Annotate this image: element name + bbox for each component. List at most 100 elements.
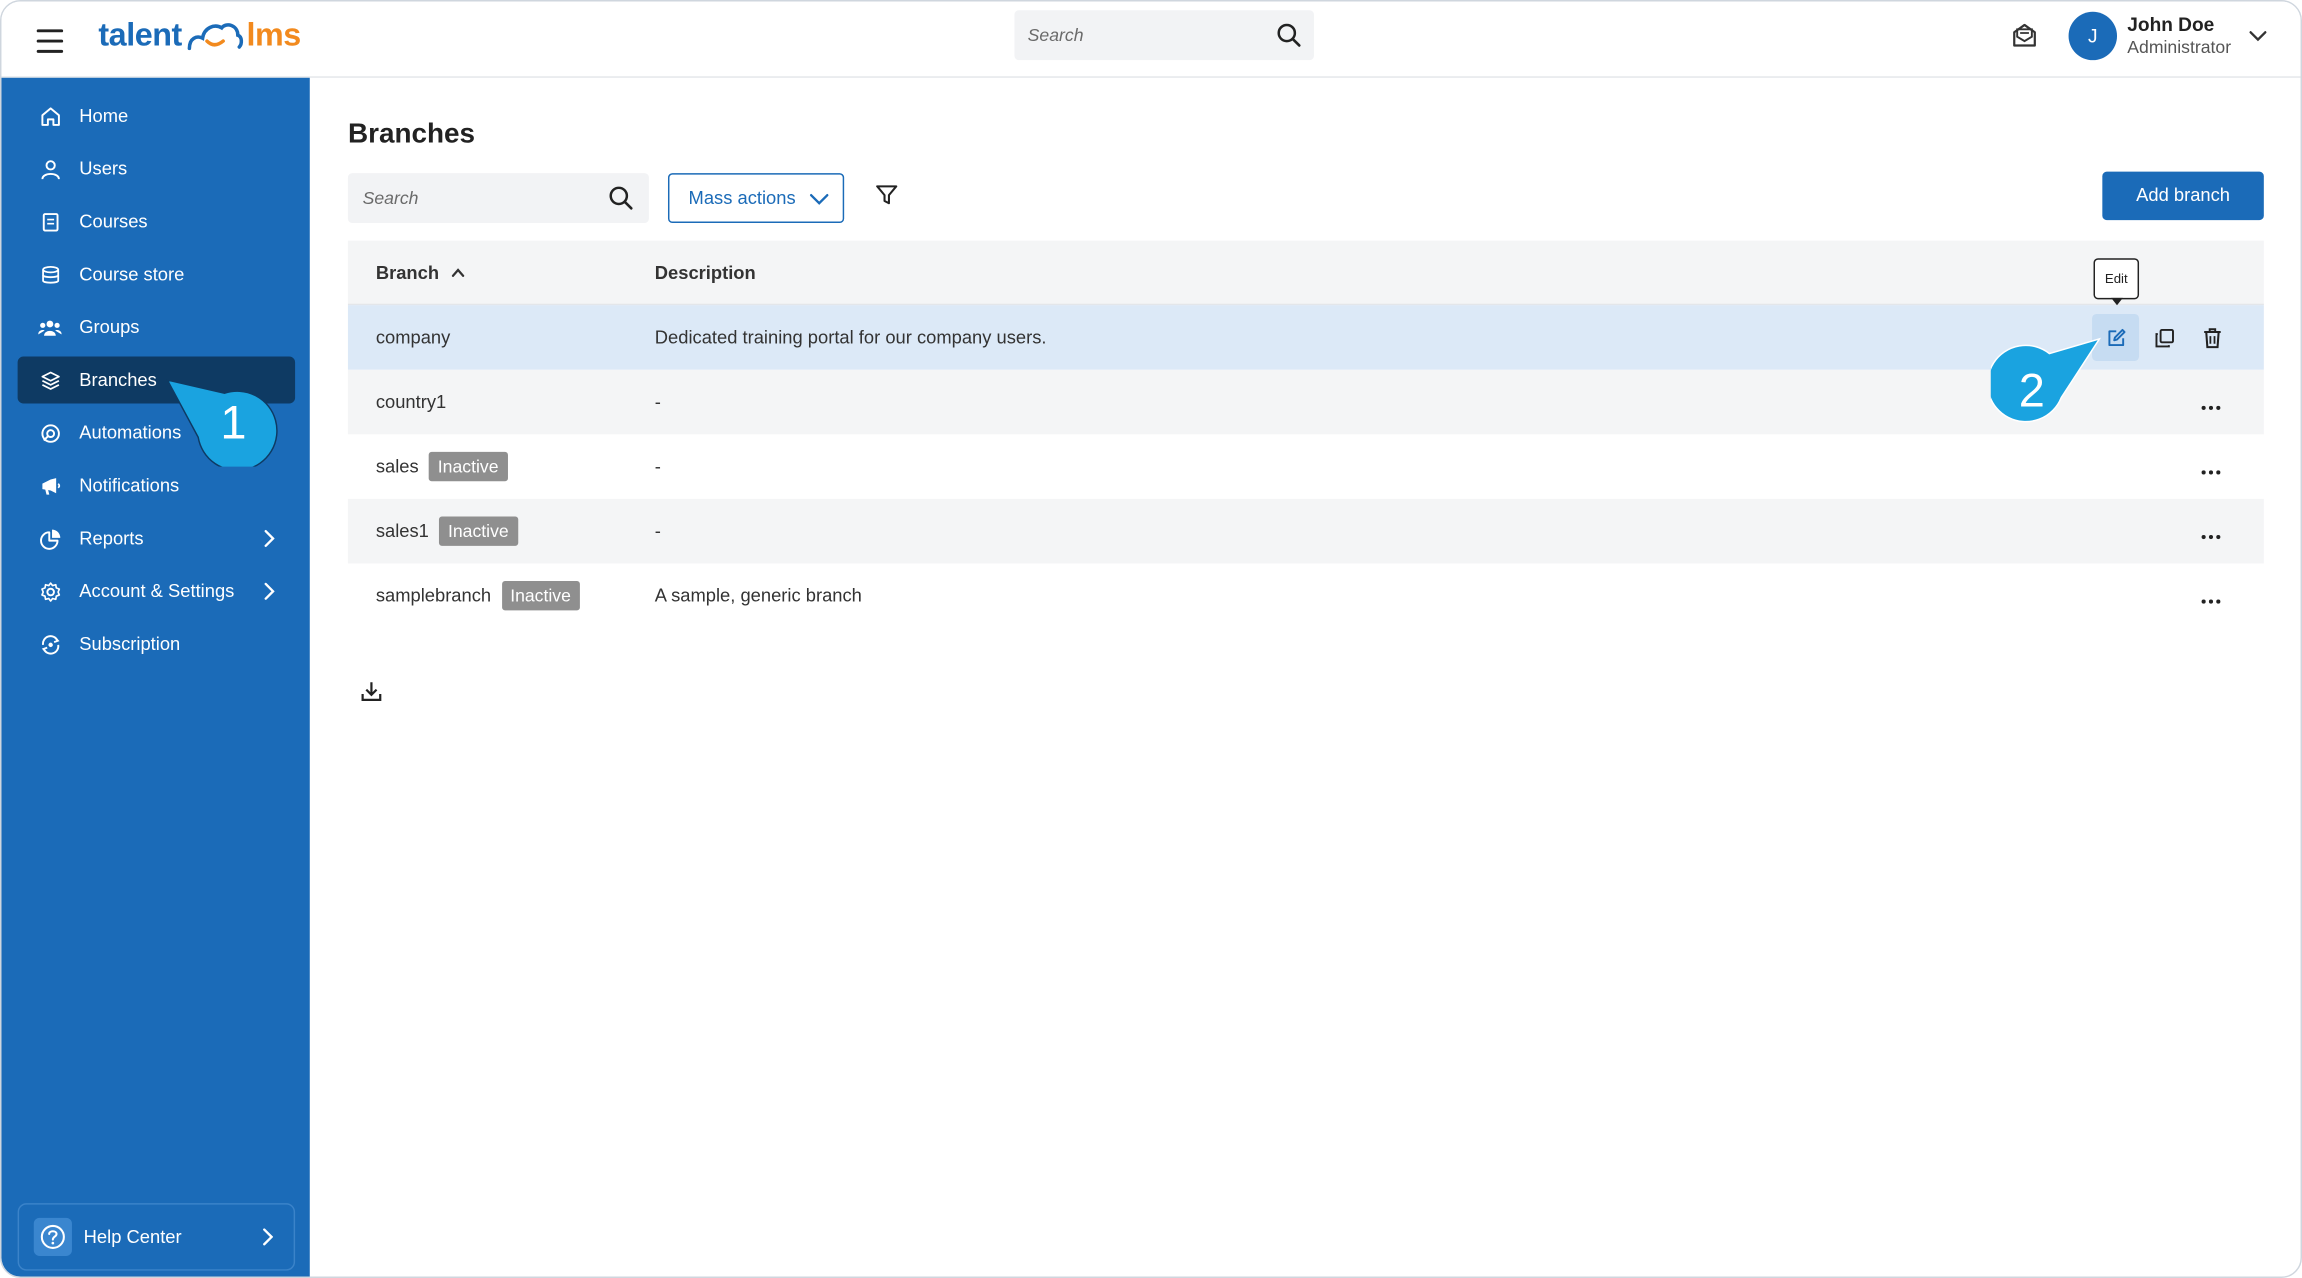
- sidebar-item-notifications[interactable]: Notifications: [18, 462, 295, 509]
- store-icon: [38, 263, 61, 286]
- layers-icon: [38, 368, 61, 391]
- messages-icon[interactable]: [2011, 22, 2037, 56]
- home-icon: [38, 104, 61, 127]
- more-options-icon[interactable]: [2201, 588, 2222, 609]
- sidebar-item-reports[interactable]: Reports: [18, 515, 295, 562]
- download-icon[interactable]: [360, 679, 383, 710]
- table-row[interactable]: sales1 Inactive -: [347, 498, 2264, 564]
- sidebar-item-label: Course store: [79, 264, 185, 285]
- column-header-description: Description: [655, 263, 756, 284]
- user-role: Administrator: [2127, 36, 2232, 58]
- chevron-right-icon: [261, 1228, 274, 1250]
- sidebar-item-label: Reports: [79, 528, 144, 549]
- more-options-icon[interactable]: [2201, 459, 2222, 480]
- step-callout-2: 2: [1990, 337, 2102, 423]
- branch-name[interactable]: samplebranch: [376, 585, 491, 606]
- branch-name[interactable]: company: [376, 327, 450, 348]
- more-options-icon[interactable]: [2201, 524, 2222, 545]
- table-row[interactable]: company Dedicated training portal for ou…: [347, 305, 2264, 370]
- sidebar-item-course-store[interactable]: Course store: [18, 251, 295, 298]
- automation-icon: [38, 421, 61, 444]
- page-title: Branches: [347, 118, 476, 150]
- branch-search-box: [347, 173, 649, 224]
- megaphone-icon: [38, 474, 61, 497]
- chevron-right-icon: [263, 582, 275, 605]
- branch-name-cell: company: [376, 305, 450, 370]
- status-badge: Inactive: [501, 581, 580, 611]
- status-badge: Inactive: [439, 516, 518, 546]
- talentlms-logo[interactable]: talent lms: [98, 13, 301, 57]
- chevron-down-icon[interactable]: [2248, 25, 2269, 51]
- branches-table: Branch Description company Dedicated tra…: [347, 240, 2264, 628]
- sidebar-item-label: Users: [79, 158, 128, 180]
- delete-button[interactable]: [2189, 314, 2236, 361]
- branch-name-cell: samplebranch Inactive: [376, 563, 580, 628]
- branch-description: -: [654, 520, 661, 542]
- filter-icon[interactable]: [875, 183, 898, 214]
- branch-search-input[interactable]: [347, 173, 583, 224]
- top-search-input[interactable]: [1014, 10, 1250, 61]
- table-row[interactable]: sales Inactive -: [348, 434, 2264, 499]
- sidebar-item-users[interactable]: Users: [18, 145, 295, 192]
- help-center-button[interactable]: Help Center: [17, 1203, 296, 1271]
- sidebar-item-label: Groups: [79, 316, 140, 338]
- branch-name[interactable]: sales: [376, 456, 419, 477]
- more-options-icon[interactable]: [2201, 395, 2222, 416]
- chevron-right-icon: [263, 529, 275, 552]
- mass-actions-label: Mass actions: [688, 187, 796, 209]
- help-icon: [33, 1217, 72, 1256]
- logo-text-left: talent: [98, 16, 182, 53]
- step-number: 2: [2019, 363, 2045, 416]
- sidebar-item-label: Courses: [79, 211, 148, 232]
- book-icon: [38, 210, 61, 233]
- table-row[interactable]: country1 -: [347, 369, 2264, 435]
- user-icon: [38, 157, 61, 180]
- top-search-box: [1014, 10, 1314, 61]
- column-header-label: Branch: [375, 262, 440, 284]
- logo-text-right: lms: [246, 16, 301, 53]
- branch-name-cell: country1: [376, 370, 446, 435]
- sidebar-item-account-settings[interactable]: Account & Settings: [18, 568, 295, 615]
- trash-icon: [2204, 327, 2221, 348]
- branch-description: -: [654, 456, 661, 477]
- sidebar-item-label: Account & Settings: [79, 581, 235, 602]
- gear-icon: [38, 580, 61, 603]
- sidebar-item-subscription[interactable]: Subscription: [18, 621, 295, 668]
- hamburger-menu-icon[interactable]: [36, 22, 64, 54]
- column-header-branch[interactable]: Branch: [375, 262, 466, 284]
- sidebar: Home Users Courses Course store Groups B…: [1, 77, 310, 1277]
- cloud-icon: [187, 23, 243, 51]
- search-icon[interactable]: [608, 185, 634, 219]
- group-icon: [38, 315, 62, 338]
- app-window: talent lms J John Doe Administrator Home: [0, 0, 2302, 1278]
- edit-tooltip: Edit: [2093, 258, 2140, 306]
- branch-description: Dedicated training portal for our compan…: [654, 327, 1047, 348]
- subscription-icon: [38, 632, 61, 655]
- add-branch-button[interactable]: Add branch: [2102, 171, 2264, 221]
- sidebar-item-courses[interactable]: Courses: [18, 198, 295, 245]
- user-name[interactable]: John Doe: [2127, 13, 2214, 35]
- branch-description: A sample, generic branch: [654, 585, 862, 606]
- column-header-label: Description: [654, 262, 756, 284]
- clone-button[interactable]: [2141, 314, 2188, 361]
- sidebar-item-label: Home: [79, 105, 129, 127]
- avatar[interactable]: J: [2068, 11, 2118, 61]
- sort-ascending-icon[interactable]: [451, 263, 466, 284]
- sidebar-item-groups[interactable]: Groups: [18, 304, 295, 351]
- step-callout-1: 1: [165, 378, 278, 467]
- sidebar-item-label: Branches: [79, 369, 157, 391]
- branch-name-cell: sales1 Inactive: [376, 499, 518, 564]
- branch-name[interactable]: sales1: [376, 521, 429, 542]
- sidebar-item-home[interactable]: Home: [18, 92, 295, 139]
- row-actions: [2092, 313, 2237, 361]
- sidebar-item-label: Notifications: [79, 475, 180, 496]
- branch-name[interactable]: country1: [376, 392, 446, 413]
- status-badge: Inactive: [428, 451, 508, 482]
- mass-actions-dropdown[interactable]: Mass actions: [667, 173, 845, 224]
- table-row[interactable]: samplebranch Inactive A sample, generic …: [348, 563, 2264, 628]
- sidebar-item-label: Subscription: [79, 633, 181, 655]
- pie-chart-icon: [38, 527, 61, 550]
- branch-name-cell: sales Inactive: [376, 434, 508, 499]
- search-icon[interactable]: [1276, 22, 1302, 56]
- top-bar: talent lms J John Doe Administrator: [1, 1, 2301, 78]
